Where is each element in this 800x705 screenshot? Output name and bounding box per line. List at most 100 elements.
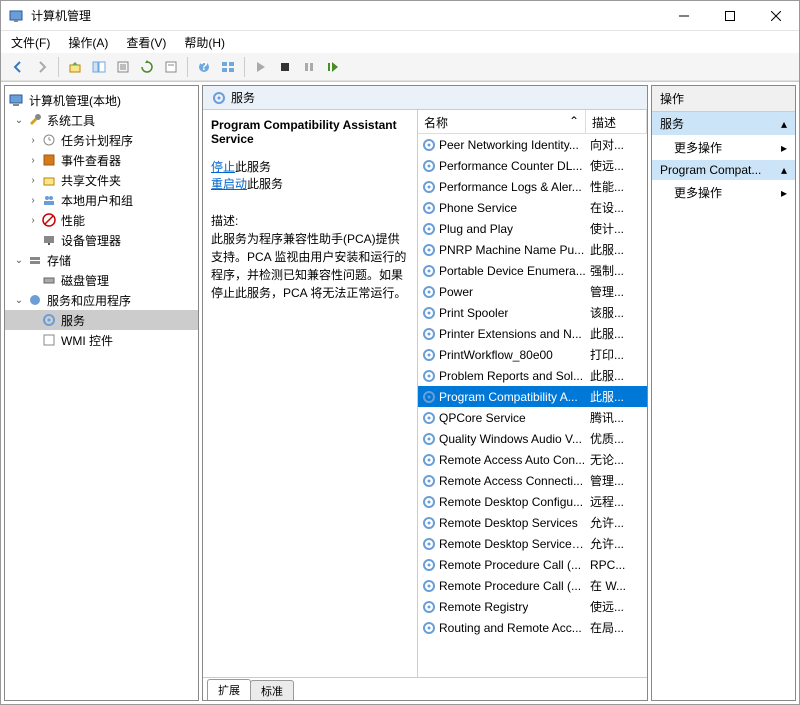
service-desc: 性能... bbox=[586, 178, 626, 195]
list-item[interactable]: Program Compatibility A...此服... bbox=[418, 386, 647, 407]
show-hide-button[interactable] bbox=[88, 56, 110, 78]
action-more-1[interactable]: 更多操作 ▸ bbox=[652, 135, 795, 160]
col-desc[interactable]: 描述 bbox=[586, 110, 647, 133]
tree-event[interactable]: › 事件查看器 bbox=[5, 150, 198, 170]
stop-service-link[interactable]: 停止 bbox=[211, 160, 235, 174]
menu-view[interactable]: 查看(V) bbox=[122, 32, 170, 53]
list-item[interactable]: PNRP Machine Name Pu...此服... bbox=[418, 239, 647, 260]
properties-button[interactable] bbox=[160, 56, 182, 78]
gear-icon bbox=[422, 306, 436, 320]
back-button[interactable] bbox=[7, 56, 29, 78]
action-more-2[interactable]: 更多操作 ▸ bbox=[652, 180, 795, 205]
chevron-right-icon[interactable]: › bbox=[27, 154, 39, 166]
tree-panel[interactable]: 计算机管理(本地) ⌄ 系统工具 › 任务计划程序 › 事件查看器 › 共享文件… bbox=[4, 85, 199, 701]
list-item[interactable]: Portable Device Enumera...强制... bbox=[418, 260, 647, 281]
list-item[interactable]: PrintWorkflow_80e00打印... bbox=[418, 344, 647, 365]
list-item[interactable]: Remote Procedure Call (...在 W... bbox=[418, 575, 647, 596]
restart-service-link[interactable]: 重启动 bbox=[211, 177, 247, 191]
pause-button[interactable] bbox=[298, 56, 320, 78]
action-band-selected[interactable]: Program Compat... ▴ bbox=[652, 160, 795, 180]
chevron-right-icon[interactable]: › bbox=[27, 194, 39, 206]
chevron-down-icon[interactable]: ⌄ bbox=[13, 114, 25, 126]
main-header: 服务 bbox=[203, 86, 647, 110]
help-button[interactable]: ? bbox=[193, 56, 215, 78]
list-item[interactable]: Remote Desktop Services允许... bbox=[418, 512, 647, 533]
list-item[interactable]: Remote Access Auto Con...无论... bbox=[418, 449, 647, 470]
restart-button[interactable] bbox=[322, 56, 344, 78]
tree-users[interactable]: › 本地用户和组 bbox=[5, 190, 198, 210]
menu-help[interactable]: 帮助(H) bbox=[180, 32, 229, 53]
tree-systools[interactable]: ⌄ 系统工具 bbox=[5, 110, 198, 130]
wmi-icon bbox=[41, 332, 57, 348]
tree-wmi[interactable]: WMI 控件 bbox=[5, 330, 198, 350]
storage-icon bbox=[27, 252, 43, 268]
service-desc: 使远... bbox=[586, 598, 626, 615]
tree-svcapps[interactable]: ⌄ 服务和应用程序 bbox=[5, 290, 198, 310]
tree-diskmgr[interactable]: 磁盘管理 bbox=[5, 270, 198, 290]
list-item[interactable]: Remote Registry使远... bbox=[418, 596, 647, 617]
forward-button[interactable] bbox=[31, 56, 53, 78]
main-panel: 服务 Program Compatibility Assistant Servi… bbox=[202, 85, 648, 701]
list-item[interactable]: QPCore Service腾讯... bbox=[418, 407, 647, 428]
chevron-right-icon[interactable]: › bbox=[27, 214, 39, 226]
list-item[interactable]: Plug and Play使计... bbox=[418, 218, 647, 239]
window-title: 计算机管理 bbox=[31, 7, 661, 24]
chevron-right-icon[interactable]: › bbox=[27, 134, 39, 146]
list-item[interactable]: Quality Windows Audio V...优质... bbox=[418, 428, 647, 449]
maximize-button[interactable] bbox=[707, 1, 753, 30]
tree-shared[interactable]: › 共享文件夹 bbox=[5, 170, 198, 190]
list-item[interactable]: Performance Counter DL...使远... bbox=[418, 155, 647, 176]
selected-service-name: Program Compatibility Assistant Service bbox=[211, 118, 409, 146]
menu-file[interactable]: 文件(F) bbox=[7, 32, 54, 53]
service-desc: 管理... bbox=[586, 283, 626, 300]
minimize-button[interactable] bbox=[661, 1, 707, 30]
service-desc: 在局... bbox=[586, 619, 626, 636]
services-list[interactable]: 名称⌃ 描述 Peer Networking Identity...向对...P… bbox=[418, 110, 647, 677]
list-item[interactable]: Remote Access Connecti...管理... bbox=[418, 470, 647, 491]
list-item[interactable]: Remote Desktop Configu...远程... bbox=[418, 491, 647, 512]
service-desc: 在设... bbox=[586, 199, 626, 216]
close-button[interactable] bbox=[753, 1, 799, 30]
tab-extended[interactable]: 扩展 bbox=[207, 679, 251, 700]
chevron-down-icon[interactable]: ⌄ bbox=[13, 254, 25, 266]
action-band-services[interactable]: 服务 ▴ bbox=[652, 112, 795, 135]
tree-services[interactable]: 服务 bbox=[5, 310, 198, 330]
service-name: Quality Windows Audio V... bbox=[439, 432, 582, 446]
list-item[interactable]: Remote Procedure Call (...RPC... bbox=[418, 554, 647, 575]
list-item[interactable]: Power管理... bbox=[418, 281, 647, 302]
list-item[interactable]: Routing and Remote Acc...在局... bbox=[418, 617, 647, 638]
stop-button[interactable] bbox=[274, 56, 296, 78]
chevron-right-icon: ▸ bbox=[781, 141, 787, 155]
export-button[interactable] bbox=[112, 56, 134, 78]
tree-root[interactable]: 计算机管理(本地) bbox=[5, 90, 198, 110]
gear-icon bbox=[422, 222, 436, 236]
desc-text: 此服务为程序兼容性助手(PCA)提供支持。PCA 监视由用户安装和运行的程序，并… bbox=[211, 230, 409, 302]
service-name: Remote Procedure Call (... bbox=[439, 558, 581, 572]
menu-action[interactable]: 操作(A) bbox=[64, 32, 112, 53]
list-item[interactable]: Printer Extensions and N...此服... bbox=[418, 323, 647, 344]
list-item[interactable]: Performance Logs & Aler...性能... bbox=[418, 176, 647, 197]
list-item[interactable]: Remote Desktop Services...允许... bbox=[418, 533, 647, 554]
col-name[interactable]: 名称⌃ bbox=[418, 110, 586, 133]
list-item[interactable]: Phone Service在设... bbox=[418, 197, 647, 218]
chevron-right-icon[interactable]: › bbox=[27, 174, 39, 186]
clock-icon bbox=[41, 132, 57, 148]
tree-perf[interactable]: › 性能 bbox=[5, 210, 198, 230]
refresh-button[interactable] bbox=[136, 56, 158, 78]
list-item[interactable]: Print Spooler该服... bbox=[418, 302, 647, 323]
tab-standard[interactable]: 标准 bbox=[250, 680, 294, 701]
list-header: 名称⌃ 描述 bbox=[418, 110, 647, 134]
start-button[interactable] bbox=[250, 56, 272, 78]
tree-task[interactable]: › 任务计划程序 bbox=[5, 130, 198, 150]
up-button[interactable] bbox=[64, 56, 86, 78]
desc-label: 描述: bbox=[211, 212, 409, 230]
tree-storage[interactable]: ⌄ 存储 bbox=[5, 250, 198, 270]
tree-devmgr[interactable]: 设备管理器 bbox=[5, 230, 198, 250]
gear-icon bbox=[422, 159, 436, 173]
chevron-down-icon[interactable]: ⌄ bbox=[13, 294, 25, 306]
list-item[interactable]: Peer Networking Identity...向对... bbox=[418, 134, 647, 155]
devmgr-icon bbox=[41, 232, 57, 248]
thumbnails-button[interactable] bbox=[217, 56, 239, 78]
service-name: Remote Access Auto Con... bbox=[439, 453, 585, 467]
list-item[interactable]: Problem Reports and Sol...此服... bbox=[418, 365, 647, 386]
